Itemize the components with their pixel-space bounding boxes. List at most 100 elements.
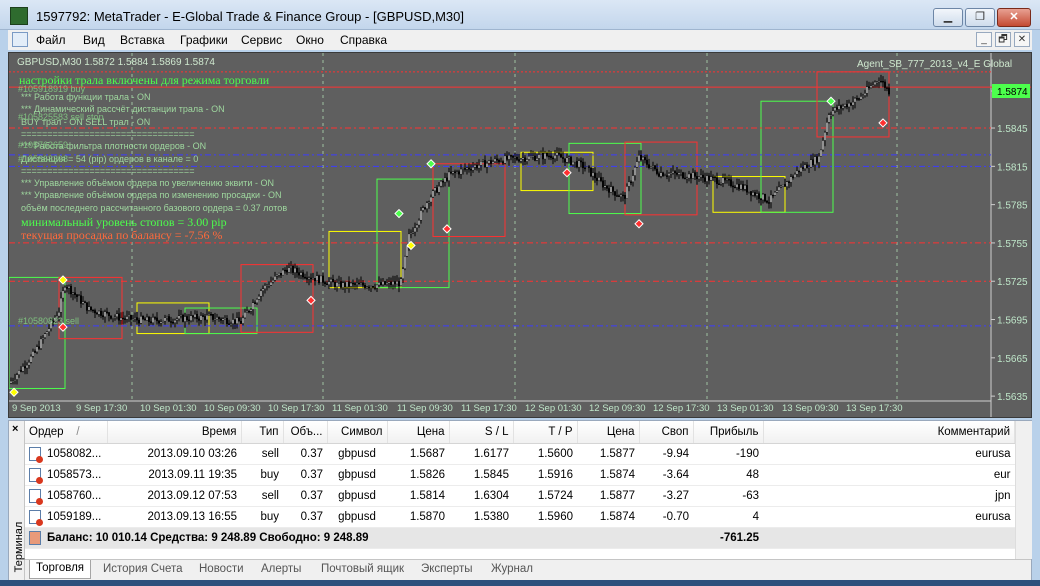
col-type[interactable]: Тип — [241, 421, 284, 444]
candle-body — [36, 346, 39, 353]
candle-body — [209, 313, 212, 316]
mdi-minimize-button[interactable]: _ — [976, 32, 992, 47]
candle-body — [117, 313, 120, 321]
cell-type: buy — [241, 506, 283, 528]
tab-alerts[interactable]: Алерты — [261, 563, 301, 575]
candle-body — [167, 316, 170, 322]
col-sl[interactable]: S / L — [449, 421, 514, 444]
candle-body — [802, 167, 805, 169]
candle-body — [476, 164, 479, 169]
menu-file[interactable]: Файл — [36, 33, 66, 47]
candle-body — [644, 157, 647, 161]
candle-body — [606, 185, 609, 189]
candle-body — [133, 317, 136, 320]
candle-body — [614, 191, 617, 196]
table-row[interactable]: 1059189... 2013.09.13 16:55 buy 0.37 gbpusd 1… — [25, 506, 1015, 528]
menu-insert[interactable]: Вставка — [120, 33, 165, 47]
candle-body — [466, 167, 469, 170]
vertical-scrollbar[interactable] — [1015, 421, 1032, 559]
candle-body — [550, 155, 553, 159]
candle-body — [480, 161, 483, 166]
cell-text: 2013.09.12 07:53 — [147, 489, 237, 502]
cell-sl: 1.5845 — [449, 464, 513, 486]
col-order[interactable]: Ордер / — [25, 421, 108, 444]
candle-body — [127, 314, 130, 317]
candle-body — [147, 316, 150, 322]
candle-body — [578, 160, 581, 168]
menu-window[interactable]: Окно — [296, 33, 324, 47]
order-marker — [442, 224, 452, 234]
mdi-restore-button[interactable]: 🗗 — [995, 32, 1011, 47]
price-label: 1.5635 — [997, 392, 1028, 403]
chart-window-icon[interactable] — [12, 32, 28, 47]
price-chart[interactable]: 1.5874 1.5845 1.5815 1.5785 1.5755 1.5725 1.56… — [8, 52, 1032, 418]
candle-body — [312, 277, 315, 280]
col-comment[interactable]: Комментарий — [763, 421, 1015, 444]
candle-body — [292, 266, 295, 273]
col-current-price[interactable]: Цена — [577, 421, 640, 444]
candle-body — [866, 86, 869, 94]
candle-body — [728, 179, 731, 181]
candle-body — [197, 318, 200, 321]
mdi-close-button[interactable]: ✕ — [1014, 32, 1030, 47]
tab-journal[interactable]: Журнал — [491, 563, 533, 575]
tab-trade[interactable]: Торговля — [29, 560, 92, 579]
candle-body — [536, 158, 539, 161]
tab-experts[interactable]: Эксперты — [421, 563, 472, 575]
cell-swap: -3.27 — [639, 485, 693, 507]
candle-body — [594, 172, 597, 179]
table-row[interactable]: 1058082... 2013.09.10 03:26 sell 0.37 gbpusd… — [25, 443, 1015, 465]
table-row[interactable]: 1058573... 2013.09.11 19:35 buy 0.37 gbpusd 1… — [25, 464, 1015, 486]
time-label: 10 Sep 01:30 — [140, 403, 197, 414]
terminal-close-button[interactable]: × — [12, 423, 18, 435]
tab-news[interactable]: Новости — [199, 563, 244, 575]
candle-body — [231, 319, 234, 324]
candle-body — [350, 282, 353, 287]
col-symbol[interactable]: Символ — [327, 421, 388, 444]
candle-body — [352, 282, 355, 285]
menu-tools[interactable]: Сервис — [241, 33, 282, 47]
col-volume[interactable]: Объ... — [283, 421, 328, 444]
menu-help[interactable]: Справка — [340, 33, 387, 47]
candle-body — [378, 282, 381, 286]
col-swap[interactable]: Своп — [639, 421, 694, 444]
tab-mailbox[interactable]: Почтовый ящик — [321, 563, 404, 575]
candle-body — [686, 177, 689, 180]
cell-text: jpn — [995, 489, 1011, 502]
candle-body — [426, 202, 429, 209]
candle-body — [390, 281, 393, 285]
candle-body — [646, 159, 649, 165]
candle-body — [764, 193, 767, 202]
candle-body — [272, 279, 275, 283]
candle-body — [500, 161, 503, 163]
candle-body — [582, 161, 585, 169]
cell-text: gbpusd — [338, 468, 376, 481]
col-tp[interactable]: T / P — [513, 421, 578, 444]
candle-body — [744, 185, 747, 190]
col-time[interactable]: Время — [107, 421, 242, 444]
menu-view[interactable]: Вид — [83, 33, 105, 47]
col-profit[interactable]: Прибыль — [693, 421, 764, 444]
cell-sl: 1.5380 — [449, 506, 513, 528]
table-row[interactable]: 1058760... 2013.09.12 07:53 sell 0.37 gbpusd… — [25, 485, 1015, 507]
menu-charts[interactable]: Графики — [180, 33, 228, 47]
maximize-button[interactable]: ❐ — [965, 8, 995, 27]
candle-body — [418, 220, 421, 226]
price-label: 1.5725 — [997, 277, 1028, 288]
candle-body — [790, 176, 793, 183]
candle-body — [830, 114, 833, 116]
candle-body — [800, 167, 803, 173]
candle-body — [836, 107, 839, 110]
price-label: 1.5695 — [997, 316, 1028, 327]
cell-order: 1058760... — [25, 485, 107, 507]
candle-body — [850, 102, 853, 106]
candle-body — [716, 177, 719, 184]
candle-body — [145, 316, 148, 321]
minimize-button[interactable]: ▁ — [933, 8, 963, 27]
candle-body — [274, 276, 277, 281]
candle-body — [119, 317, 122, 321]
tab-history[interactable]: История Счета — [103, 563, 183, 575]
time-label: 9 Sep 2013 — [12, 403, 61, 414]
col-price[interactable]: Цена — [387, 421, 450, 444]
close-button[interactable]: ✕ — [997, 8, 1031, 27]
